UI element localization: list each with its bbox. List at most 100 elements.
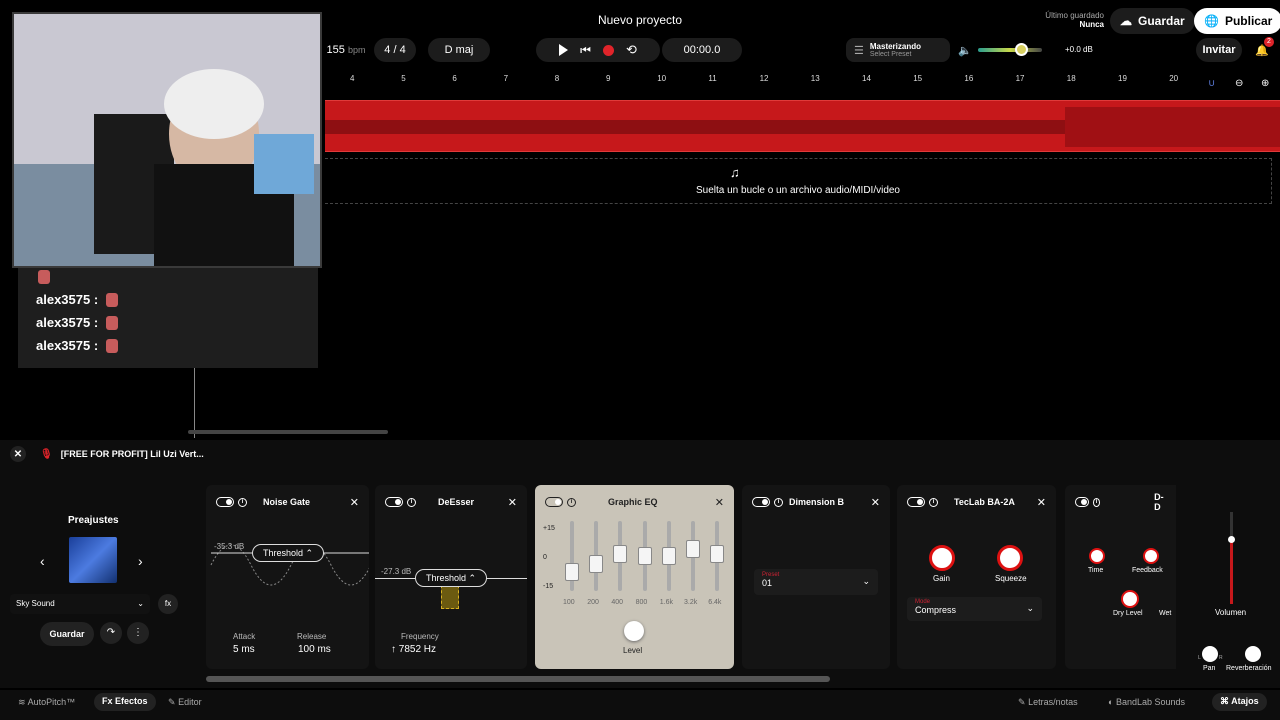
attack-value[interactable]: 5 ms <box>233 644 255 655</box>
drop-zone[interactable]: ♫ Suelta un bucle o un archivo audio/MID… <box>325 158 1272 204</box>
info-icon[interactable]: i <box>238 497 247 507</box>
clear-fx-icon[interactable]: fx <box>158 594 178 614</box>
close-icon[interactable]: ✕ <box>10 446 26 462</box>
info-icon[interactable]: i <box>1092 497 1101 507</box>
dry-label: Dry Level <box>1113 610 1143 617</box>
zoom-out-icon[interactable]: ⊖ <box>1235 78 1243 89</box>
loop-icon[interactable]: ⟲ <box>626 42 637 58</box>
info-icon[interactable]: i <box>407 497 416 507</box>
pan-knob[interactable] <box>1202 646 1218 662</box>
mode-select[interactable]: Mode Compress ⌄ <box>907 597 1042 621</box>
squeeze-knob[interactable] <box>997 545 1023 571</box>
notification-badge: 2 <box>1264 37 1274 47</box>
eq-band-thumb[interactable] <box>710 545 725 563</box>
chevron-right-icon[interactable]: › <box>138 553 143 569</box>
close-icon[interactable]: ✕ <box>871 496 880 509</box>
reverb-knob[interactable] <box>1245 646 1261 662</box>
music-add-icon: ♫ <box>730 165 740 180</box>
close-icon[interactable]: ✕ <box>350 496 359 509</box>
dimension-preset-value: 01 <box>762 578 773 588</box>
dimension-toggle[interactable] <box>752 497 770 507</box>
timeline-ruler[interactable]: 4 5 6 7 8 9 10 11 12 13 14 15 16 17 18 19 20 <box>320 70 1280 88</box>
dry-knob[interactable] <box>1121 590 1139 608</box>
editor-label: Editor <box>178 697 202 707</box>
level-knob[interactable] <box>624 621 644 641</box>
last-saved-label: Último guardado <box>1045 11 1104 20</box>
close-icon[interactable]: ✕ <box>715 496 724 509</box>
eq-band-thumb[interactable] <box>661 547 676 565</box>
noise-gate-toggle[interactable] <box>216 497 234 507</box>
record-icon[interactable] <box>602 44 614 56</box>
shortcuts-tab[interactable]: ⌘ Atajos <box>1212 693 1267 711</box>
eq-band-thumb[interactable] <box>565 563 579 581</box>
editor-tab[interactable]: ✎ Editor <box>168 697 202 708</box>
magnet-icon[interactable]: ∪ <box>1208 78 1215 89</box>
autopitch-tab[interactable]: ≋ AutoPitch™ <box>18 697 75 708</box>
effects-tab[interactable]: Fx Efectos <box>94 693 156 711</box>
close-icon[interactable]: ✕ <box>1037 496 1046 509</box>
pencil-icon: ✎ <box>168 697 176 707</box>
speaker-icon[interactable]: 🔈 <box>958 44 972 57</box>
horizontal-scrollbar[interactable] <box>188 430 388 434</box>
gate-threshold-control[interactable]: Threshold ⌃ <box>252 544 324 562</box>
play-icon[interactable] <box>559 44 569 56</box>
teclab-toggle[interactable] <box>907 497 925 507</box>
audio-clip-waveform[interactable] <box>325 100 1280 152</box>
eq-band-label: 800 <box>635 599 648 606</box>
bpm-display[interactable]: 155 bpm <box>322 38 370 62</box>
eq-band-thumb[interactable] <box>589 555 604 573</box>
volume-fader-thumb[interactable] <box>1228 536 1235 543</box>
preset-select[interactable]: Sky Sound ⌄ <box>10 594 150 614</box>
deesser-toggle[interactable] <box>385 497 403 507</box>
delay-toggle[interactable] <box>1075 497 1089 507</box>
key-selector[interactable]: D maj <box>428 38 490 62</box>
eq-band-thumb[interactable] <box>637 547 652 565</box>
dimension-preset-select[interactable]: Preset 01 ⌄ <box>754 569 878 595</box>
save-button[interactable]: ☁ Guardar <box>1110 8 1195 34</box>
preset-thumbnail[interactable] <box>69 537 117 583</box>
close-icon[interactable]: ✕ <box>508 496 517 509</box>
deesser-band[interactable] <box>441 585 459 609</box>
cloud-upload-icon: ☁ <box>1120 14 1132 28</box>
eq-band-label: 400 <box>611 599 624 606</box>
chat-username: alex3575 : <box>36 292 99 307</box>
eq-band-label: 6.4k <box>708 599 722 606</box>
rewind-icon[interactable]: ⏮ <box>580 43 591 58</box>
ruler-tick: 10 <box>657 74 667 83</box>
eq-scale-label: +15 <box>543 525 555 532</box>
preset-save-button[interactable]: Guardar <box>40 622 94 646</box>
eq-band-thumb[interactable] <box>686 540 700 558</box>
gate-threshold-label: Threshold <box>262 548 303 558</box>
feedback-knob[interactable] <box>1143 548 1159 564</box>
info-icon[interactable]: i <box>929 497 938 507</box>
level-label: Level <box>623 646 643 655</box>
time-signature[interactable]: 4 / 4 <box>374 38 416 62</box>
info-icon[interactable]: i <box>774 497 783 507</box>
sounds-tab[interactable]: ◐ BandLab Sounds <box>1108 697 1185 707</box>
master-volume-slider[interactable] <box>978 48 1042 52</box>
deesser-threshold-control[interactable]: Threshold ⌃ <box>415 569 487 587</box>
fx-scrollbar[interactable] <box>206 676 830 682</box>
chevron-down-icon: ⌄ <box>1026 603 1034 613</box>
chat-emoji <box>38 270 50 284</box>
lyrics-tab[interactable]: ✎ Letras/notas <box>1018 697 1078 708</box>
gain-knob[interactable] <box>929 545 955 571</box>
invite-button[interactable]: Invitar <box>1196 38 1242 62</box>
eq-scale-label: 0 <box>543 554 547 561</box>
release-value[interactable]: 100 ms <box>298 644 331 655</box>
more-icon[interactable]: ⋮ <box>127 622 149 644</box>
zoom-in-icon[interactable]: ⊕ <box>1261 78 1269 89</box>
eq-band-thumb[interactable] <box>613 545 628 563</box>
eq-toggle[interactable] <box>545 497 563 507</box>
master-volume-thumb[interactable] <box>1015 43 1028 56</box>
chevron-left-icon[interactable]: ‹ <box>40 553 45 569</box>
time-knob[interactable] <box>1089 548 1105 564</box>
info-icon[interactable]: i <box>567 497 576 507</box>
publish-button[interactable]: 🌐 Publicar <box>1194 8 1280 34</box>
share-icon[interactable]: ↷ <box>100 622 122 644</box>
publish-label: Publicar <box>1224 14 1273 28</box>
ruler-tick: 11 <box>708 74 717 83</box>
autopitch-label: AutoPitch™ <box>27 697 76 707</box>
frequency-value[interactable]: ↑ 7852 Hz <box>391 644 436 655</box>
mastering-button[interactable]: ☰ Masterizando Select Preset <box>846 38 950 62</box>
